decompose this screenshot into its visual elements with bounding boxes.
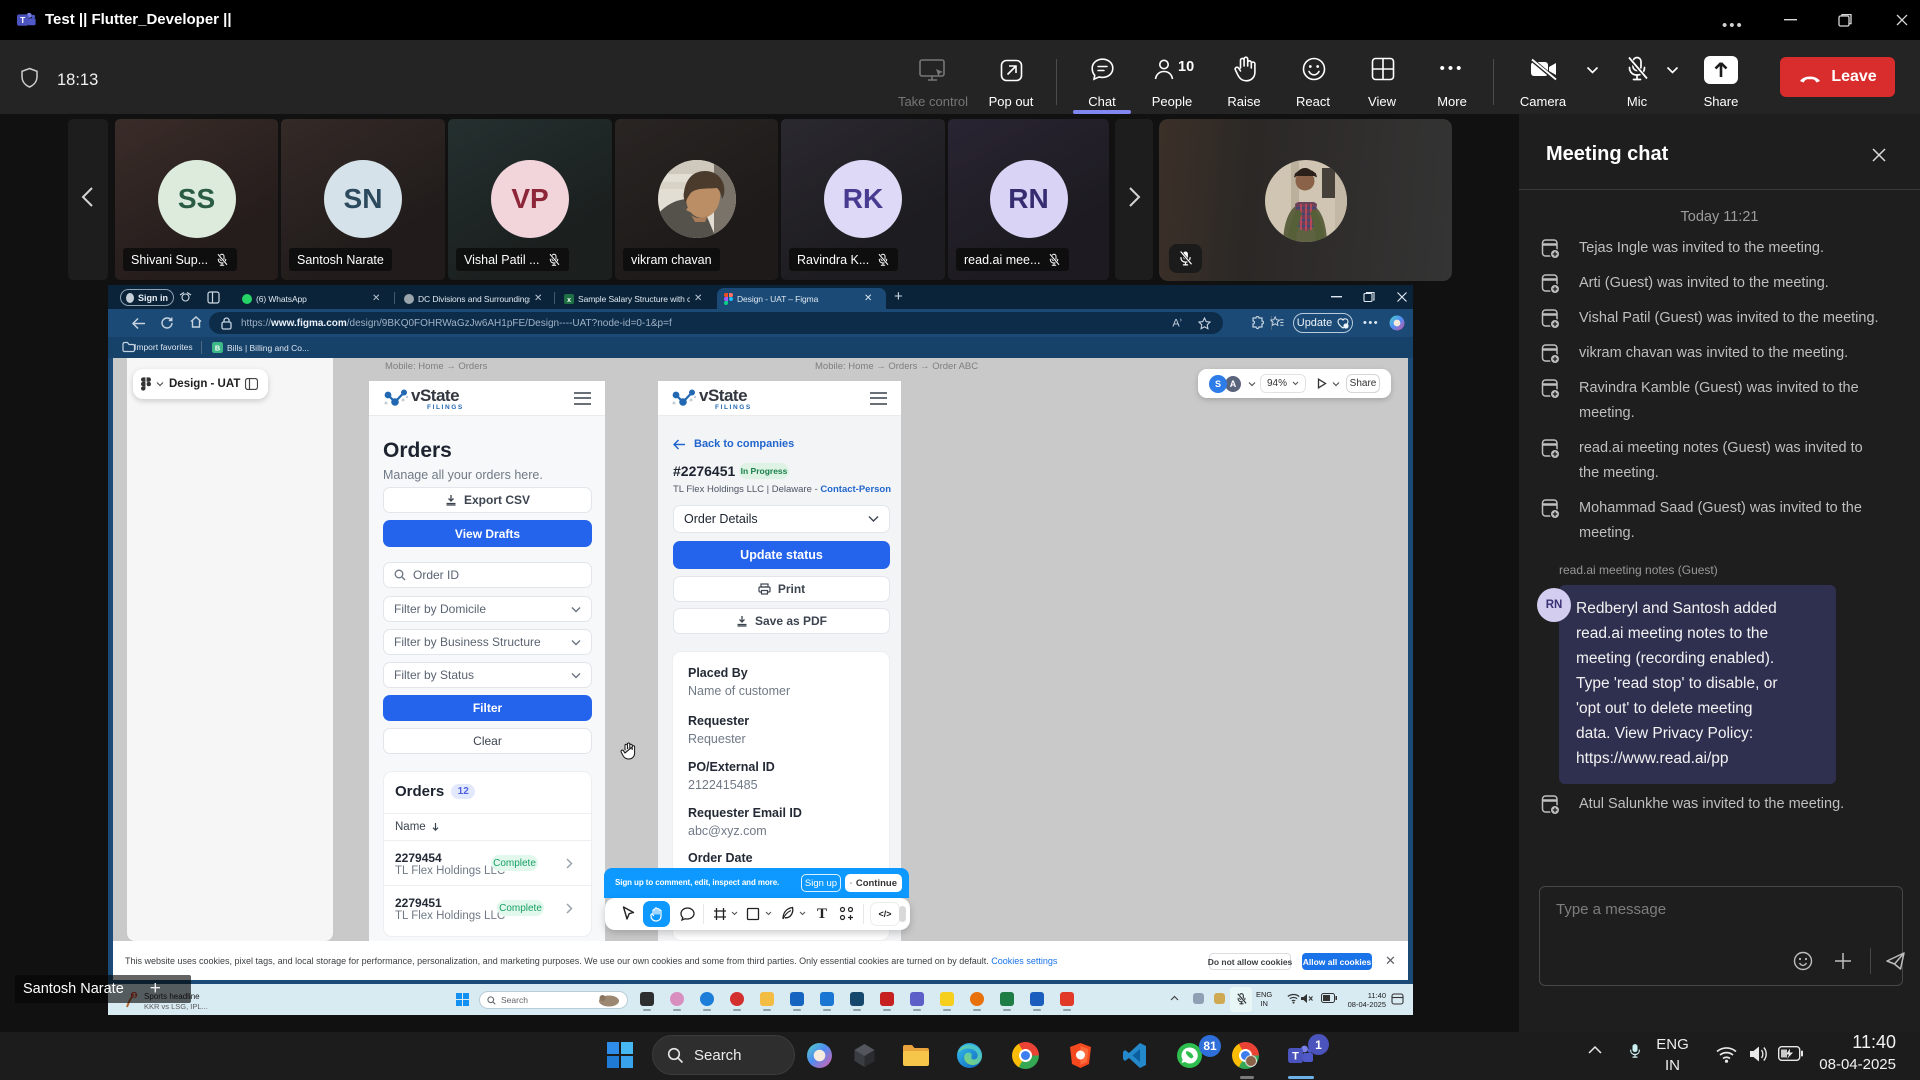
svg-text:B: B: [215, 343, 220, 352]
svg-text:x: x: [567, 297, 571, 304]
svg-text:T: T: [1292, 1051, 1299, 1063]
svg-text:T: T: [20, 15, 26, 25]
